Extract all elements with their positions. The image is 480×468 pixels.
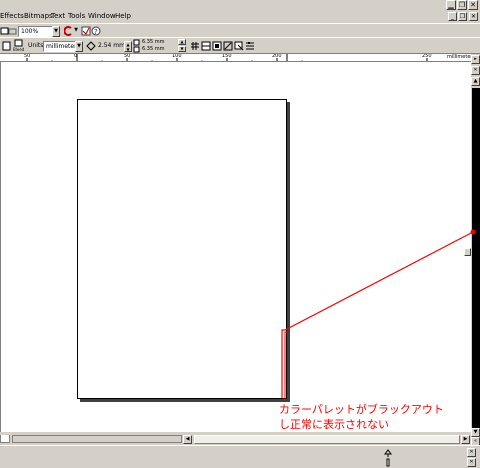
- ruler-tick-label: 0: [74, 54, 78, 59]
- duplicate-x-spinner[interactable]: ▲: [178, 39, 186, 45]
- nudge-icon: [86, 41, 96, 51]
- page-navigator-track[interactable]: [12, 435, 182, 443]
- ruler-tick-label: 100: [172, 54, 182, 59]
- ruler-tick-label: 50: [124, 54, 131, 59]
- bleed-icon[interactable]: Bleed: [13, 39, 25, 52]
- standard-toolbar: 100% ▼ ▼ ?: [0, 23, 480, 37]
- menu-bitmaps[interactable]: Bitmaps: [24, 12, 53, 20]
- annotation-text: カラーパレットがブラックアウト し正常に表示されない: [279, 402, 444, 432]
- dynamic-guides-icon[interactable]: [223, 41, 233, 51]
- horizontal-ruler[interactable]: 50 0 50 100 150 200 250: [0, 54, 471, 62]
- annotation-line-2: し正常に表示されない: [279, 418, 389, 431]
- ruler-tick-label: 150: [222, 54, 232, 59]
- fill-indicator-icon: [383, 448, 393, 458]
- palette-swatches-blacked-out[interactable]: [472, 88, 480, 428]
- units-label: Units: [28, 42, 44, 49]
- nudge-spinner[interactable]: ▲ ▼: [124, 41, 132, 52]
- doc-close-button[interactable]: ✕: [469, 12, 478, 21]
- duplicate-x-field[interactable]: 6.35 mm: [142, 39, 164, 45]
- duplicate-distance-icon: [133, 39, 141, 53]
- palette-scroll-down-button[interactable]: ▼: [471, 428, 480, 437]
- menu-tools[interactable]: Tools: [68, 12, 85, 20]
- status-bar: ✕ ✕: [0, 445, 480, 468]
- ruler-tick-label: 250: [422, 54, 432, 59]
- zoom-dropdown-button[interactable]: ▼: [52, 26, 60, 37]
- svg-text:Bleed: Bleed: [13, 47, 25, 52]
- treat-as-filled-icon[interactable]: [234, 41, 244, 51]
- minimize-button[interactable]: ▁: [446, 0, 456, 10]
- launcher-dropdown-icon[interactable]: ▼: [73, 26, 79, 37]
- scroll-left-button[interactable]: ◀: [183, 435, 192, 444]
- options-icon[interactable]: [81, 26, 91, 36]
- doc-restore-button[interactable]: ❐: [458, 12, 467, 21]
- menu-bar: Effects Bitmaps Text Tools Window Help: [0, 11, 480, 23]
- page-layout-icon[interactable]: [2, 41, 12, 51]
- palette-no-color-swatch[interactable]: ✕: [471, 66, 480, 75]
- property-bar: Bleed Units millimeters ▼ 2.54 mm ▲▼ 6.3…: [0, 37, 480, 54]
- zoom-level-field[interactable]: 100%: [18, 26, 53, 37]
- ruler-tick-label: 50: [24, 54, 31, 59]
- cut-icon[interactable]: [8, 26, 18, 36]
- annotation-line-1: カラーパレットがブラックアウト: [279, 403, 444, 416]
- nudge-distance-field[interactable]: 2.54 mm: [96, 41, 124, 52]
- duplicate-y-spinner[interactable]: ▼: [178, 46, 186, 52]
- vertical-scroll-thumb[interactable]: [464, 248, 471, 256]
- help-icon[interactable]: ?: [91, 26, 101, 36]
- outline-indicator-icon: [383, 458, 393, 468]
- units-dropdown-button[interactable]: ▼: [75, 41, 83, 52]
- units-select[interactable]: millimeters: [43, 41, 76, 52]
- menu-text[interactable]: Text: [51, 12, 65, 20]
- snap-to-grid-icon[interactable]: [190, 41, 200, 51]
- document-page[interactable]: [77, 99, 287, 399]
- close-button[interactable]: ✕: [468, 0, 478, 10]
- menu-effects[interactable]: Effects: [0, 12, 24, 20]
- svg-text:?: ?: [94, 28, 98, 36]
- menu-help[interactable]: Help: [115, 12, 131, 20]
- window-title-strip: ▁ ❐ ✕: [0, 0, 480, 11]
- palette-scroll-up-button[interactable]: ▲: [471, 77, 480, 86]
- doc-minimize-button[interactable]: _: [448, 12, 457, 21]
- restore-button[interactable]: ❐: [457, 0, 467, 10]
- scroll-right-button[interactable]: ▶: [461, 435, 470, 444]
- menu-window[interactable]: Window: [88, 12, 116, 20]
- duplicate-y-field[interactable]: 6.35 mm: [142, 46, 164, 52]
- outline-color-swatch[interactable]: ✕: [467, 458, 476, 467]
- ruler-tick-label: 200: [272, 54, 282, 59]
- palette-menu-icon[interactable]: ▸: [471, 55, 480, 64]
- snap-to-guidelines-icon[interactable]: [201, 41, 211, 51]
- horizontal-scroll-thumb[interactable]: [194, 435, 460, 444]
- fill-color-swatch[interactable]: ✕: [467, 448, 476, 457]
- page-tab[interactable]: [0, 435, 10, 443]
- options-settings-icon[interactable]: [245, 41, 255, 51]
- snap-to-objects-icon[interactable]: [212, 41, 222, 51]
